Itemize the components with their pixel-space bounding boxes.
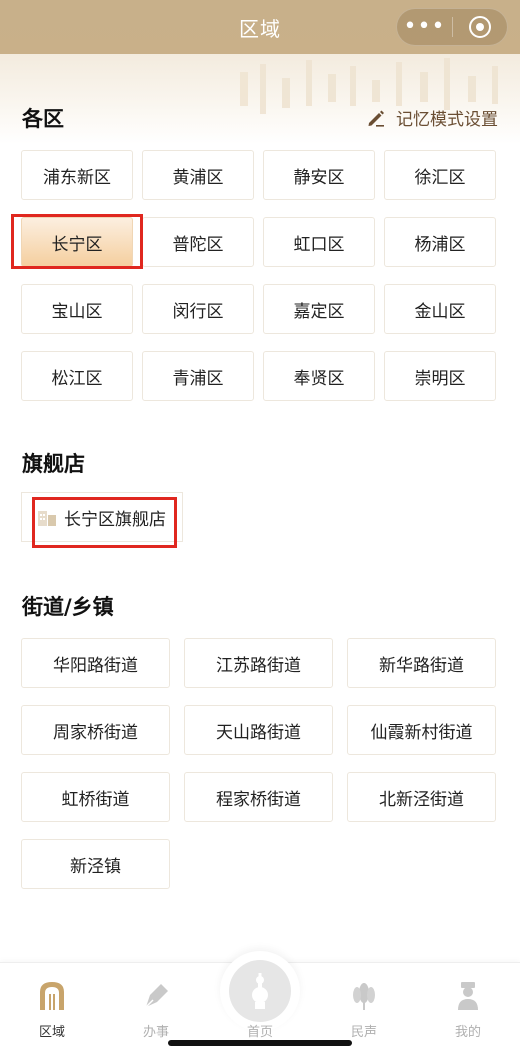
mini-program-capsule: •••	[396, 8, 508, 46]
more-dots-icon[interactable]: •••	[397, 8, 452, 46]
flagship-title: 旗舰店	[22, 452, 85, 476]
district-tile[interactable]: 松江区	[21, 351, 133, 401]
district-tile[interactable]: 宝山区	[21, 284, 133, 334]
header-background	[0, 54, 520, 144]
flagship-store-tile[interactable]: 长宁区旗舰店	[21, 492, 183, 542]
pencil-icon	[368, 110, 384, 127]
flower-icon	[347, 979, 381, 1013]
person-icon	[451, 979, 485, 1013]
street-tile[interactable]: 新华路街道	[347, 638, 496, 688]
tab-region[interactable]: 区域	[0, 963, 104, 1043]
district-tile[interactable]: 奉贤区	[263, 351, 375, 401]
target-icon[interactable]	[453, 16, 507, 38]
district-tile[interactable]: 静安区	[263, 150, 375, 200]
flagship-store-label: 长宁区旗舰店	[64, 509, 166, 530]
memory-setting-label: 记忆模式设置	[396, 110, 498, 130]
tab-home[interactable]: 首页	[208, 963, 312, 1043]
tab-services-label: 办事	[142, 1025, 169, 1040]
district-tile-selected[interactable]: 长宁区	[21, 217, 133, 267]
street-tile[interactable]: 仙霞新村街道	[347, 705, 496, 755]
district-tile[interactable]: 嘉定区	[263, 284, 375, 334]
district-tile[interactable]: 杨浦区	[384, 217, 496, 267]
district-tile[interactable]: 青浦区	[142, 351, 254, 401]
tab-services[interactable]: 办事	[104, 963, 208, 1043]
street-tile[interactable]: 虹桥街道	[21, 772, 170, 822]
skyline-decoration-icon	[240, 58, 498, 114]
arch-icon	[35, 979, 69, 1013]
district-tile[interactable]: 浦东新区	[21, 150, 133, 200]
street-tile[interactable]: 北新泾街道	[347, 772, 496, 822]
street-tile[interactable]: 周家桥街道	[21, 705, 170, 755]
memory-setting-button[interactable]: 记忆模式设置	[366, 105, 498, 130]
tab-region-label: 区域	[38, 1025, 65, 1040]
district-tile[interactable]: 金山区	[384, 284, 496, 334]
street-tile[interactable]: 江苏路街道	[184, 638, 333, 688]
page-title: 区域	[239, 16, 281, 41]
district-tile[interactable]: 崇明区	[384, 351, 496, 401]
tab-voice[interactable]: 民声	[312, 963, 416, 1043]
districts-title: 各区	[22, 107, 64, 131]
district-tile[interactable]: 闵行区	[142, 284, 254, 334]
tab-mine[interactable]: 我的	[416, 963, 520, 1043]
district-tile[interactable]: 虹口区	[263, 217, 375, 267]
district-tile[interactable]: 徐汇区	[384, 150, 496, 200]
pen-nib-icon	[139, 979, 173, 1013]
street-tile[interactable]: 程家桥街道	[184, 772, 333, 822]
street-tile[interactable]: 新泾镇	[21, 839, 170, 889]
title-bar: 区域 •••	[0, 0, 520, 54]
tab-home-label: 首页	[246, 1025, 273, 1040]
tab-voice-label: 民声	[350, 1025, 377, 1040]
streets-title: 街道/乡镇	[22, 595, 114, 619]
street-tile[interactable]: 华阳路街道	[21, 638, 170, 688]
home-indicator	[168, 1040, 352, 1046]
street-tile[interactable]: 天山路街道	[184, 705, 333, 755]
building-icon	[38, 511, 56, 526]
street-grid: 华阳路街道 江苏路街道 新华路街道 周家桥街道 天山路街道 仙霞新村街道 虹桥街…	[21, 638, 496, 889]
district-tile[interactable]: 普陀区	[142, 217, 254, 267]
district-tile[interactable]: 黄浦区	[142, 150, 254, 200]
district-grid: 浦东新区 黄浦区 静安区 徐汇区 长宁区 普陀区 虹口区 杨浦区 宝山区 闵行区…	[21, 150, 496, 401]
tab-mine-label: 我的	[454, 1025, 481, 1040]
